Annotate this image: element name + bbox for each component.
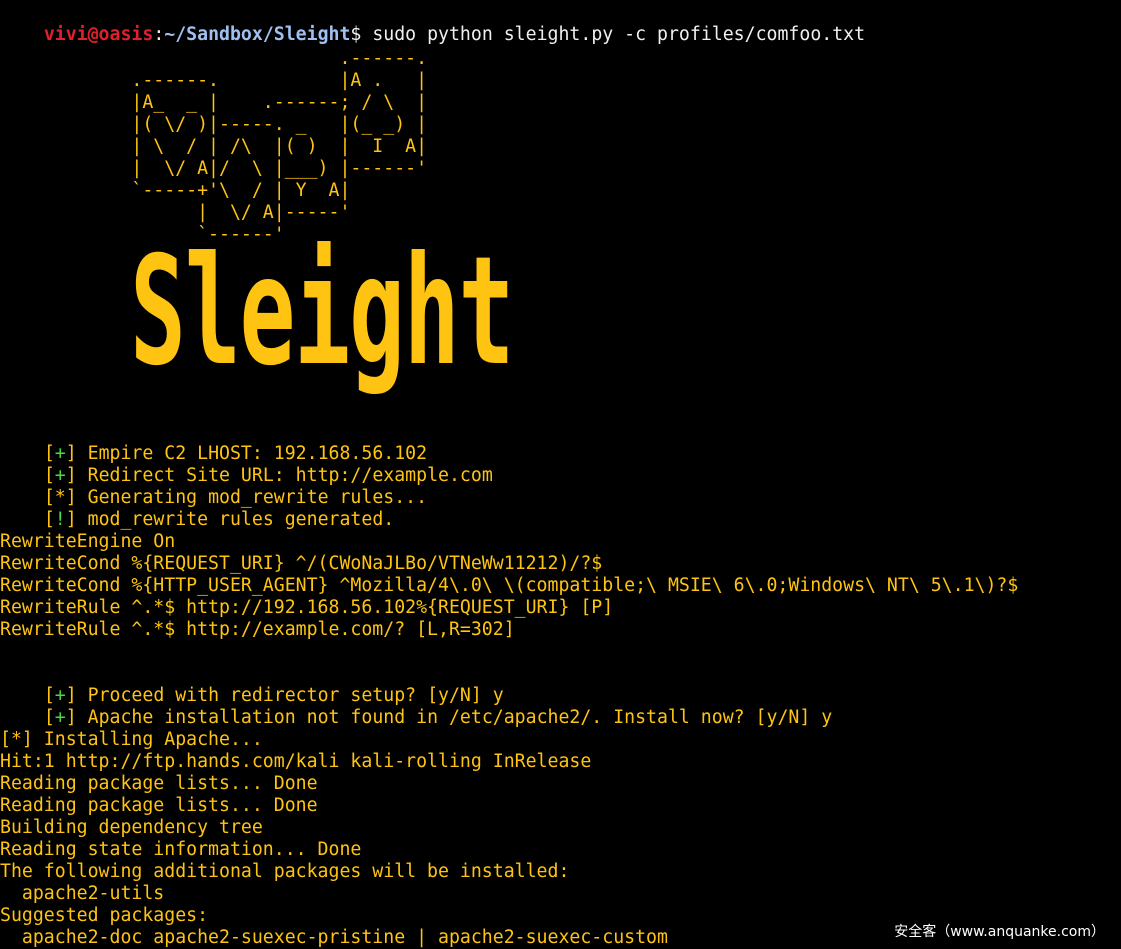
rewrite-rule-line: RewriteEngine On — [0, 531, 176, 552]
rewrite-rule-line: RewriteCond %{REQUEST_URI} ^/(CWoNaJLBo/… — [0, 553, 603, 574]
command-prompt-line: vivi@oasis:~/Sandbox/Sleight$ sudo pytho… — [0, 2, 865, 45]
watermark: 安全客（www.anquanke.com） — [890, 923, 1109, 941]
install-output-line: Reading package lists... Done — [0, 773, 318, 794]
install-output-line: Reading state information... Done — [0, 839, 362, 860]
install-output-line: Reading package lists... Done — [0, 795, 318, 816]
prompt-user: vivi@oasis — [43, 24, 154, 45]
prompt-path: ~/Sandbox/Sleight — [164, 24, 351, 45]
terminal-window[interactable]: vivi@oasis:~/Sandbox/Sleight$ sudo pytho… — [0, 0, 1121, 949]
ascii-card-art: .------. .------. |A . | |A_ _ | .------… — [131, 48, 428, 245]
status-line: [+] Empire C2 LHOST: 192.168.56.102 — [43, 443, 428, 464]
install-output-line: Building dependency tree — [0, 817, 263, 838]
question-line: [+] Proceed with redirector setup? [y/N]… — [43, 685, 504, 706]
rewrite-rule-line: RewriteRule ^.*$ http://example.com/? [L… — [0, 619, 515, 640]
prompt-separator: : — [153, 24, 165, 45]
question-line: [+] Apache installation not found in /et… — [43, 707, 833, 728]
status-line: [+] Redirect Site URL: http://example.co… — [43, 465, 493, 486]
command-text: sudo python sleight.py -c profiles/comfo… — [361, 24, 866, 45]
install-output-line: Suggested packages: — [0, 905, 209, 926]
status-line: [!] mod_rewrite rules generated. — [43, 509, 395, 530]
status-line: [*] Generating mod_rewrite rules... — [43, 487, 428, 508]
install-output-line: [*] Installing Apache... — [0, 729, 263, 750]
rewrite-rule-line: RewriteRule ^.*$ http://192.168.56.102%{… — [0, 597, 614, 618]
install-output-line: apache2-utils — [0, 883, 165, 904]
status-tag: + — [54, 707, 66, 728]
install-output-line: The following additional packages will b… — [0, 861, 570, 882]
sleight-logo: Sleight — [130, 225, 514, 399]
install-output-line: apache2-doc apache2-suexec-pristine | ap… — [0, 927, 668, 948]
rewrite-rule-line: RewriteCond %{HTTP_USER_AGENT} ^Mozilla/… — [0, 575, 1019, 596]
prompt-symbol: $ — [350, 24, 362, 45]
status-tag: ! — [54, 509, 66, 530]
install-output-line: Hit:1 http://ftp.hands.com/kali kali-rol… — [0, 751, 592, 772]
